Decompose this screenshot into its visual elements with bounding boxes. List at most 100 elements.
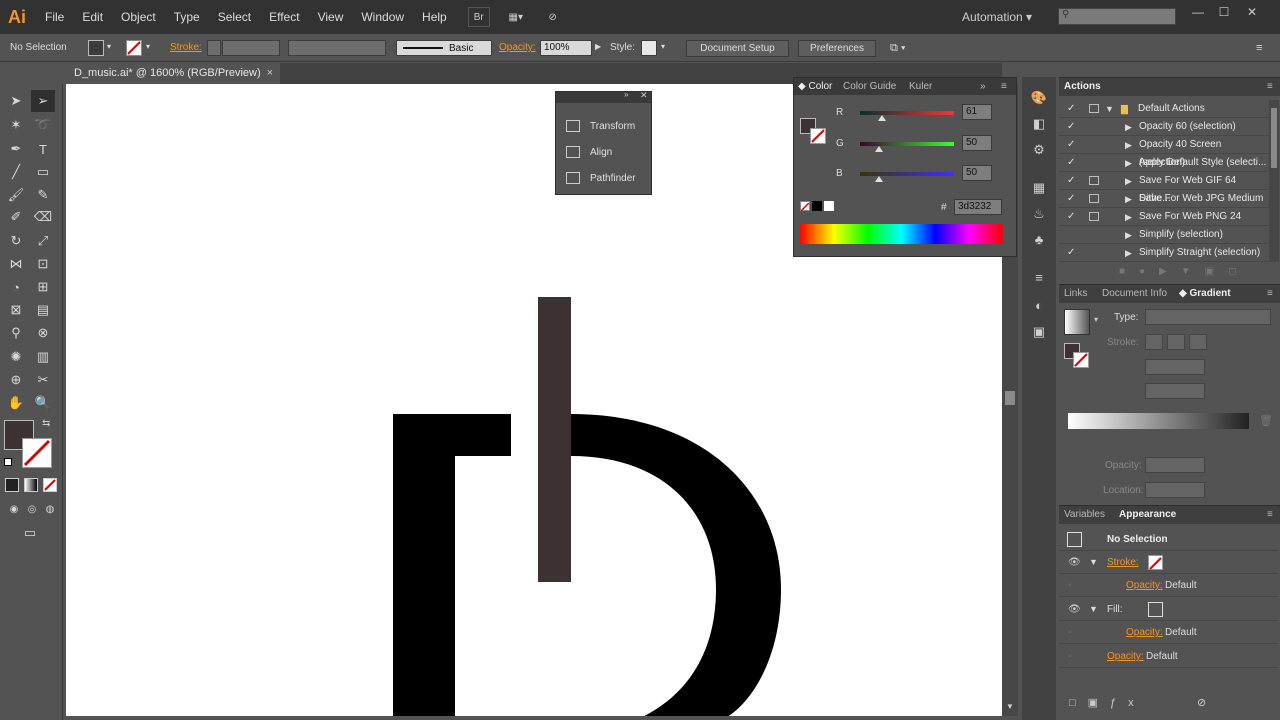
action-set-row[interactable]: ✓ ▼ ▇ Default Actions [1059, 100, 1269, 118]
expand-action-icon[interactable]: ▶ [1125, 118, 1132, 136]
stroke-attribute-label[interactable]: Stroke: [1107, 551, 1139, 574]
hex-value-field[interactable]: 3d3232 [954, 199, 1002, 215]
scroll-down-icon[interactable]: ▼ [1006, 702, 1014, 711]
width-tool-icon[interactable]: ⋈ [4, 253, 28, 275]
blend-tool-icon[interactable]: ⊗ [31, 322, 55, 344]
action-row[interactable]: ✓ ▶ Save For Web PNG 24 [1059, 208, 1269, 226]
visibility-eye-icon[interactable]: 👁 [1068, 551, 1081, 574]
menu-edit[interactable]: Edit [73, 0, 112, 34]
clear-appearance-icon[interactable]: ⊘ [1197, 696, 1206, 709]
color-menu-icon[interactable]: ≡ [1001, 78, 1007, 95]
pencil-tool-icon[interactable]: ✎ [31, 184, 55, 206]
style-swatch[interactable] [641, 40, 657, 56]
tab-variables[interactable]: Variables [1064, 506, 1105, 524]
action-check-icon[interactable]: ✓ [1067, 244, 1075, 262]
tab-actions[interactable]: Actions [1064, 78, 1101, 96]
color-guide-icon[interactable]: ◧ [1029, 115, 1049, 133]
shape-builder-tool-icon[interactable]: ◔ [4, 276, 28, 298]
pen-tool-icon[interactable]: ✒ [4, 138, 28, 160]
workspace-switcher[interactable]: Automation ▾ [962, 0, 1032, 34]
preferences-button[interactable]: Preferences [798, 40, 876, 57]
visibility-eye-icon[interactable]: ◦ [1068, 645, 1072, 668]
action-row[interactable]: ✓ ▶ Apply Default Style (selecti... [1059, 154, 1269, 172]
dialog-toggle-icon[interactable] [1089, 176, 1099, 185]
action-row[interactable]: ✓ ▶ Save For Web GIF 64 Dithe... [1059, 172, 1269, 204]
dialog-toggle-icon[interactable] [1089, 104, 1099, 113]
expand-action-icon[interactable]: ▶ [1125, 190, 1132, 208]
none-swatch[interactable] [800, 201, 810, 212]
stroke-option-1[interactable] [1145, 334, 1163, 350]
stroke-attribute-row[interactable]: 👁 ▼ Stroke: [1059, 551, 1278, 574]
symbols-icon[interactable]: ♣ [1029, 231, 1049, 249]
object-opacity-label[interactable]: Opacity: [1107, 645, 1144, 668]
default-colors-icon[interactable] [4, 458, 12, 466]
r-slider-track[interactable] [860, 111, 954, 115]
tab-appearance[interactable]: Appearance [1119, 506, 1176, 524]
free-transform-tool-icon[interactable]: ⊡ [31, 253, 55, 275]
gradient-opacity-field[interactable] [1145, 457, 1205, 473]
type-tool-icon[interactable]: T [31, 138, 55, 160]
action-row[interactable]: ✓ ▶ Opacity 40 Screen (selection) [1059, 136, 1269, 168]
fill-attribute-label[interactable]: Fill: [1107, 598, 1123, 621]
tab-color[interactable]: ◆ Color [798, 78, 832, 95]
action-check-icon[interactable]: ✓ [1067, 190, 1075, 208]
menu-type[interactable]: Type [165, 0, 209, 34]
menu-file[interactable]: File [36, 0, 73, 34]
action-check-icon[interactable]: ✓ [1067, 208, 1075, 226]
menu-window[interactable]: Window [352, 0, 413, 34]
stroke-option-2[interactable] [1167, 334, 1185, 350]
arrange-icon[interactable]: ⧉ ▾ [890, 42, 906, 55]
g-slider-thumb[interactable] [875, 146, 883, 152]
magic-wand-tool-icon[interactable]: ✶ [4, 114, 28, 136]
search-input[interactable]: ⚲ [1058, 8, 1176, 25]
close-button[interactable]: ✕ [1242, 4, 1262, 20]
column-graph-tool-icon[interactable]: ▥ [31, 346, 55, 368]
stroke-label[interactable]: Stroke: [170, 42, 202, 53]
brush-definition-dropdown[interactable]: Basic [396, 40, 492, 56]
maximize-button[interactable]: ☐ [1214, 4, 1234, 20]
action-row[interactable]: ✓ ▶ Opacity 60 (selection) [1059, 118, 1269, 136]
direct-selection-tool-icon[interactable]: ➢ [31, 90, 55, 112]
gradient-stroke-swatch[interactable] [1073, 352, 1089, 368]
brushes-icon[interactable]: ♨ [1029, 205, 1049, 223]
minimize-button[interactable]: — [1188, 4, 1208, 20]
fill-dropdown-icon[interactable]: ▾ [107, 42, 111, 51]
menu-select[interactable]: Select [209, 0, 260, 34]
expand-fill-icon[interactable]: ▼ [1089, 598, 1098, 621]
action-check-icon[interactable]: ✓ [1067, 118, 1075, 136]
selection-tool-icon[interactable]: ➤ [4, 90, 28, 112]
lasso-tool-icon[interactable]: ➰ [31, 114, 55, 136]
document-setup-button[interactable]: Document Setup [686, 40, 789, 57]
collapse-icon[interactable]: » [624, 90, 628, 99]
menu-help[interactable]: Help [413, 0, 456, 34]
appearance-menu-icon[interactable]: ≡ [1267, 506, 1273, 524]
actions-menu-icon[interactable]: ≡ [1267, 78, 1273, 96]
menu-view[interactable]: View [309, 0, 353, 34]
dialog-toggle-icon[interactable] [1089, 212, 1099, 221]
color-spectrum[interactable] [800, 224, 1003, 244]
mesh-tool-icon[interactable]: ⊠ [4, 299, 28, 321]
kuler-icon[interactable]: ⚙ [1029, 141, 1049, 159]
align-item[interactable]: Align [566, 146, 612, 158]
eraser-tool-icon[interactable]: ⌫ [31, 206, 55, 228]
gradient-type-dropdown[interactable] [1145, 309, 1271, 325]
gradient-preview-swatch[interactable] [1064, 309, 1090, 335]
tab-kuler[interactable]: Kuler [909, 78, 932, 95]
gradient-dropdown-icon[interactable]: ▾ [1094, 315, 1098, 324]
stroke-panel-icon[interactable]: ≡ [1029, 269, 1049, 287]
aspect-ratio-field[interactable] [1145, 383, 1205, 399]
menu-effect[interactable]: Effect [260, 0, 308, 34]
stroke-opacity-row[interactable]: ◦ Opacity: Default [1059, 574, 1278, 597]
action-check-icon[interactable]: ✓ [1067, 100, 1075, 118]
none-mode-icon[interactable] [43, 478, 57, 492]
expand-action-icon[interactable]: ▶ [1125, 172, 1132, 190]
object-opacity-row[interactable]: ◦ Opacity: Default [1059, 645, 1278, 668]
delete-stop-icon[interactable]: 🗑 [1259, 414, 1273, 427]
graphic-styles-icon[interactable]: ▣ [1029, 323, 1049, 341]
stroke-weight-field[interactable] [222, 40, 280, 56]
tab-gradient[interactable]: ◆ Gradient [1179, 285, 1231, 303]
zoom-tool-icon[interactable]: 🔍 [31, 392, 55, 414]
appearance-footer-buttons[interactable]: □▣ƒx [1069, 696, 1146, 709]
action-check-icon[interactable]: ✓ [1067, 154, 1075, 172]
gradient-slider[interactable] [1068, 413, 1249, 429]
